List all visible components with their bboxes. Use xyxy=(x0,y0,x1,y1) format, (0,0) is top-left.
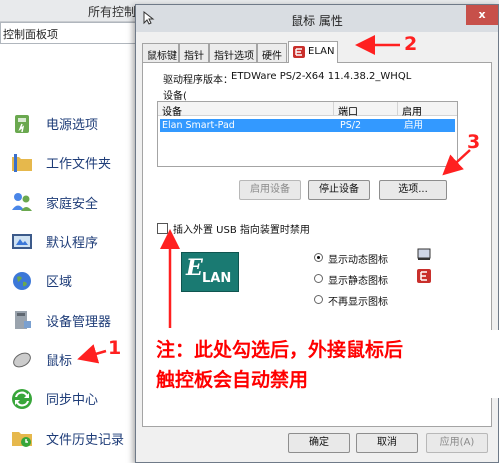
annotation-number-1: 1 xyxy=(108,337,122,359)
enable-device-button[interactable]: 启用设备 xyxy=(239,180,301,200)
driver-version-value: ETDWare PS/2-X64 11.4.38.2_WHQL xyxy=(231,71,412,82)
device-table: 设备 端口 启用 Elan Smart-Pad PS/2 启用 xyxy=(157,101,458,167)
annotation-note: 注：此处勾选后，外接鼠标后 触控板会自动禁用 xyxy=(146,330,499,398)
options-button[interactable]: 选项... xyxy=(379,180,447,200)
table-row[interactable]: Elan Smart-Pad PS/2 启用 xyxy=(160,119,455,132)
elan-logo-letter: E xyxy=(186,255,203,281)
cp-item-label: 家庭安全 xyxy=(46,196,99,212)
cp-item-label: 设备管理器 xyxy=(46,314,112,330)
cp-item-label: 文件历史记录 xyxy=(46,432,125,448)
devices-label: 设备( xyxy=(163,91,187,102)
sync-center-icon xyxy=(12,388,32,409)
dialog-title: 鼠标 属性 xyxy=(291,14,343,28)
device-enabled-cell: 启用 xyxy=(404,120,424,131)
usb-disable-label: 插入外置 USB 指向装置时禁用 xyxy=(173,225,310,236)
address-text: 控制面板项 xyxy=(3,28,58,41)
radio-show-static-label: 显示静态图标 xyxy=(328,276,388,287)
cp-item-power-options[interactable]: 电源选项 xyxy=(0,104,136,143)
driver-version-label: 驱动程序版本： xyxy=(163,75,233,86)
device-port-cell: PS/2 xyxy=(340,120,362,131)
annotation-note-line2: 触控板会自动禁用 xyxy=(156,369,309,391)
cp-item-label: 电源选项 xyxy=(46,118,99,134)
annotation-number-2: 2 xyxy=(404,33,418,55)
cp-item-label: 鼠标 xyxy=(46,353,73,369)
cp-item-file-history[interactable]: 文件历史记录 xyxy=(0,418,136,457)
cp-item-label: 工作文件夹 xyxy=(46,157,112,173)
cp-item-device-manager[interactable]: 设备管理器 xyxy=(0,300,136,339)
family-safety-icon xyxy=(12,193,32,212)
touchpad-dynamic-icon xyxy=(417,248,431,260)
device-table-header: 设备 端口 启用 xyxy=(158,102,457,118)
radio-hide-icon-label: 不再显示图标 xyxy=(328,297,388,308)
cancel-button[interactable]: 取消 xyxy=(356,433,418,453)
close-button[interactable]: x xyxy=(466,5,498,25)
radio-hide-icon[interactable] xyxy=(314,295,323,304)
elan-logo-text: LAN xyxy=(202,271,232,286)
elan-static-icon xyxy=(417,269,431,283)
work-folders-icon xyxy=(12,153,32,172)
radio-show-static-icon[interactable] xyxy=(314,274,323,283)
elan-logo: E LAN xyxy=(181,252,239,292)
elan-tab-icon xyxy=(293,46,305,58)
file-history-icon xyxy=(12,432,32,448)
tab-elan-label: ELAN xyxy=(308,46,335,57)
device-manager-icon xyxy=(15,311,31,330)
address-bar[interactable]: 控制面板项 xyxy=(0,22,140,44)
tab-elan[interactable]: ELAN xyxy=(288,41,338,63)
power-options-icon xyxy=(15,114,29,133)
tab-pointer-options[interactable]: 指针选项 xyxy=(209,43,257,62)
cp-item-label: 区域 xyxy=(46,275,73,291)
column-header-device[interactable]: 设备 xyxy=(158,102,334,118)
cp-item-work-folders[interactable]: 工作文件夹 xyxy=(0,143,136,182)
column-header-port[interactable]: 端口 xyxy=(334,102,398,118)
dialog-titlebar[interactable]: 鼠标 属性 x xyxy=(136,5,498,32)
control-panel-list: 电源选项 工作文件夹 家庭安全 默认程序 区域 设备管理器 鼠标 同步中心 文件… xyxy=(0,104,136,458)
radio-show-dynamic-icon[interactable] xyxy=(314,253,323,262)
disable-device-button[interactable]: 停止设备 xyxy=(308,180,370,200)
cp-item-default-programs[interactable]: 默认程序 xyxy=(0,222,136,261)
cp-item-family-safety[interactable]: 家庭安全 xyxy=(0,183,136,222)
annotation-number-3: 3 xyxy=(467,131,481,153)
usb-disable-checkbox[interactable] xyxy=(157,223,168,234)
cp-item-label: 默认程序 xyxy=(46,236,99,252)
region-globe-icon xyxy=(13,271,31,290)
device-name-cell: Elan Smart-Pad xyxy=(162,120,235,131)
default-programs-icon xyxy=(12,233,32,249)
tab-pointers[interactable]: 指针 xyxy=(179,43,209,62)
cp-item-region[interactable]: 区域 xyxy=(0,261,136,300)
mouse-icon xyxy=(13,353,31,368)
column-header-enabled[interactable]: 启用 xyxy=(398,102,457,118)
annotation-note-line1: 注：此处勾选后，外接鼠标后 xyxy=(156,339,404,361)
tab-mouse-buttons[interactable]: 鼠标键 xyxy=(142,43,179,62)
tab-hardware[interactable]: 硬件 xyxy=(257,43,287,62)
cp-item-label: 同步中心 xyxy=(46,393,99,409)
apply-button[interactable]: 应用(A) xyxy=(426,433,488,453)
radio-show-dynamic-label: 显示动态图标 xyxy=(328,255,388,266)
cp-item-sync-center[interactable]: 同步中心 xyxy=(0,379,136,418)
ok-button[interactable]: 确定 xyxy=(288,433,350,453)
